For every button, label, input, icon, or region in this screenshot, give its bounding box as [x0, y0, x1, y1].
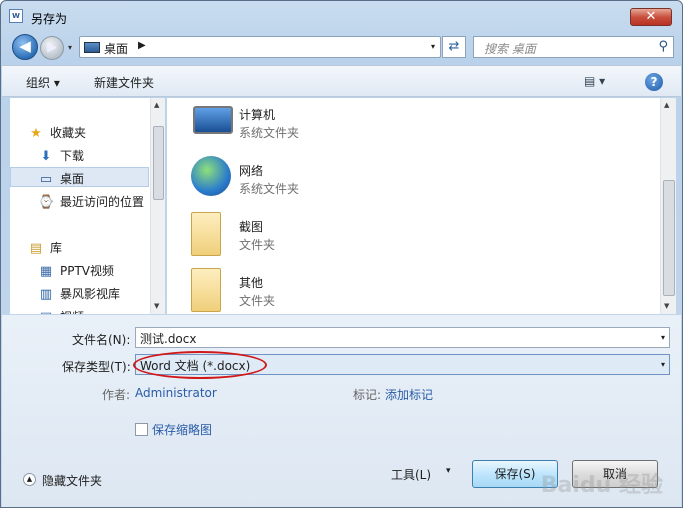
sidebar-item-video[interactable]: ▣视频 — [38, 308, 84, 314]
sidebar-item-baofeng[interactable]: ▥ 暴风影视库 — [38, 285, 120, 302]
forward-button[interactable]: ▶ — [40, 36, 64, 60]
filetype-select[interactable]: Word 文档 (*.docx) ▾ — [135, 354, 670, 375]
search-input[interactable]: 搜索 桌面 ⚲ — [473, 36, 674, 58]
filename-label: 文件名(N): — [72, 333, 131, 347]
command-toolbar: 组织 ▾ 新建文件夹 ▤ ▾ ? — [2, 65, 681, 97]
new-folder-button[interactable]: 新建文件夹 — [94, 74, 154, 91]
video-library-icon: ▦ — [39, 263, 53, 279]
search-placeholder: 搜索 桌面 — [484, 42, 536, 56]
item-name: 截图 — [239, 220, 264, 234]
item-type: 系统文件夹 — [239, 126, 300, 140]
item-type: 系统文件夹 — [239, 182, 300, 196]
item-name: 计算机 — [239, 108, 276, 122]
search-icon[interactable]: ⚲ — [658, 39, 668, 54]
scroll-up-arrow[interactable]: ▲ — [154, 101, 159, 109]
chevron-right-icon[interactable]: ▶ — [138, 40, 146, 51]
filename-value[interactable]: 测试.docx — [140, 330, 196, 347]
desktop-icon — [84, 42, 100, 53]
sidebar-item-recent-places[interactable]: ⌚ 最近访问的位置 — [38, 193, 144, 210]
sidebar-item-pptv[interactable]: ▦ PPTV视频 — [38, 262, 114, 279]
list-item[interactable]: 其他 文件夹 — [187, 268, 487, 314]
list-item[interactable]: 网络 系统文件夹 — [187, 156, 487, 208]
navigation-pane: ★ 收藏夹 ⬇ 下载 ▭ 桌面 ⌚ 最近访问的位置 ▤ 库 ▦ PPTV视频 ▥ 暴风影视库 … — [10, 98, 165, 314]
filename-field[interactable]: 测试.docx ▾ — [135, 327, 670, 348]
sidebar-item-desktop[interactable]: ▭ 桌面 — [38, 170, 84, 187]
navigation-scrollbar[interactable]: ▲ ▼ — [150, 98, 165, 314]
folder-icon — [191, 268, 221, 312]
refresh-button[interactable]: ⇄ — [442, 36, 466, 58]
item-type: 文件夹 — [239, 238, 276, 252]
scroll-down-arrow[interactable]: ▼ — [664, 302, 669, 310]
item-name: 网络 — [239, 164, 264, 178]
filetype-value[interactable]: Word 文档 (*.docx) — [140, 357, 250, 374]
scroll-up-arrow[interactable]: ▲ — [664, 101, 669, 109]
title-bar: W 另存为 ✕ — [1, 1, 682, 31]
chevron-down-icon[interactable]: ▾ — [661, 360, 665, 369]
add-tags-link[interactable]: 添加标记 — [385, 386, 433, 403]
scroll-thumb[interactable] — [153, 126, 164, 200]
author-label: 作者: — [102, 388, 131, 402]
scroll-down-arrow[interactable]: ▼ — [154, 302, 159, 310]
media-library-icon: ▥ — [39, 286, 53, 302]
video-icon: ▣ — [38, 310, 54, 314]
help-button[interactable]: ? — [645, 73, 663, 91]
author-value[interactable]: Administrator — [135, 386, 217, 400]
library-icon: ▤ — [29, 240, 43, 256]
watermark: Baidu 经验 — [540, 473, 663, 498]
tools-menu[interactable]: 工具(L) — [391, 466, 431, 483]
close-button[interactable]: ✕ — [630, 8, 672, 26]
save-thumbnail-checkbox[interactable] — [135, 423, 148, 436]
address-bar[interactable]: 桌面 ▶ ▾ — [79, 36, 441, 58]
save-options-panel: 文件名(N): 测试.docx ▾ 保存类型(T): Word 文档 (*.do… — [2, 315, 681, 507]
item-type: 文件夹 — [239, 294, 276, 308]
chevron-down-icon[interactable]: ▾ — [431, 42, 435, 51]
download-icon: ⬇ — [40, 148, 52, 164]
desktop-icon: ▭ — [39, 171, 53, 187]
recent-places-icon: ⌚ — [38, 194, 55, 210]
list-item[interactable]: 截图 文件夹 — [187, 212, 487, 264]
folder-icon — [191, 212, 221, 256]
back-button[interactable]: ◀ — [12, 34, 38, 60]
save-thumbnail-label[interactable]: 保存缩略图 — [152, 421, 212, 438]
star-icon: ★ — [30, 125, 42, 141]
list-item[interactable]: 计算机 系统文件夹 — [187, 100, 487, 152]
organize-menu[interactable]: 组织 ▾ — [26, 74, 60, 91]
view-options-button[interactable]: ▤ ▾ — [584, 74, 605, 88]
computer-icon — [193, 106, 233, 134]
word-app-icon: W — [9, 9, 23, 23]
file-list-scrollbar[interactable]: ▲ ▼ — [660, 98, 676, 314]
dialog-title: 另存为 — [31, 12, 68, 26]
scroll-thumb[interactable] — [663, 180, 675, 296]
filetype-label: 保存类型(T): — [62, 360, 131, 374]
tags-label: 标记: — [353, 388, 382, 402]
sidebar-item-downloads[interactable]: ⬇ 下载 — [38, 147, 84, 164]
chevron-down-icon[interactable]: ▾ — [661, 333, 665, 342]
chevron-down-icon[interactable]: ▾ — [446, 466, 451, 476]
address-location[interactable]: 桌面 — [104, 40, 128, 57]
hide-folders-button[interactable]: 隐藏文件夹 — [42, 472, 102, 489]
recent-locations-dropdown[interactable]: ▾ — [68, 43, 72, 52]
hide-folders-icon[interactable]: ▲ — [23, 473, 36, 486]
file-list: 计算机 系统文件夹 网络 系统文件夹 截图 文件夹 其他 文件夹 — [167, 98, 660, 314]
network-icon — [191, 156, 231, 196]
item-name: 其他 — [239, 276, 264, 290]
sidebar-item-favorites[interactable]: ★ 收藏夹 — [28, 124, 86, 141]
save-as-dialog: W 另存为 ✕ ◀ ▶ ▾ 桌面 ▶ ▾ ⇄ 搜索 桌面 ⚲ 组织 ▾ 新建文件… — [0, 0, 683, 508]
sidebar-item-libraries[interactable]: ▤ 库 — [28, 239, 62, 256]
